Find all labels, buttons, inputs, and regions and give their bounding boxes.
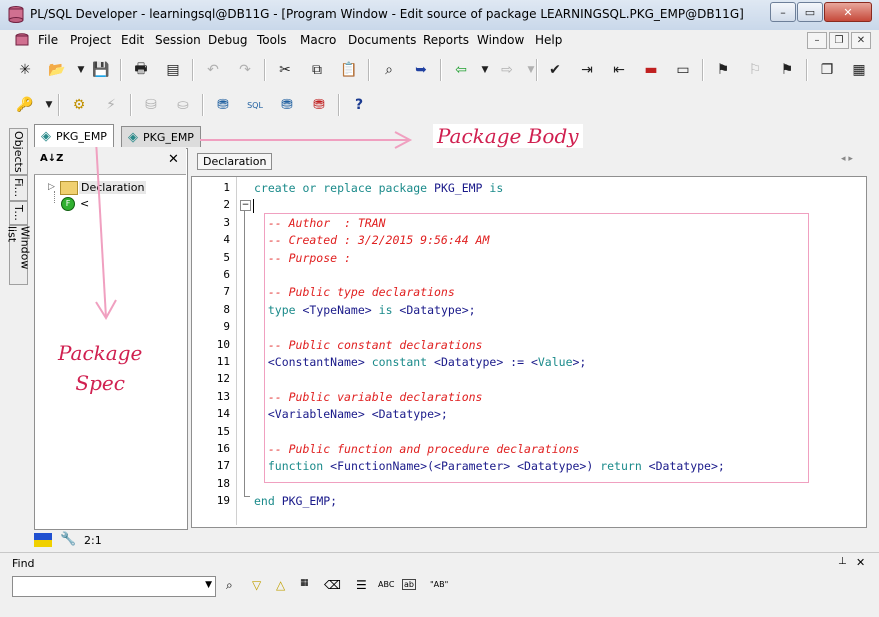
package-spec-annotation: Package Spec (58, 341, 143, 395)
package-body-annotation: Package Body (433, 124, 583, 148)
tab-pkg-emp-spec[interactable]: ◈ PKG_EMP (34, 124, 114, 147)
tab-label: PKG_EMP (56, 129, 107, 143)
annotation-arrows (95, 131, 413, 320)
package-spec-icon: ◈ (41, 128, 51, 144)
